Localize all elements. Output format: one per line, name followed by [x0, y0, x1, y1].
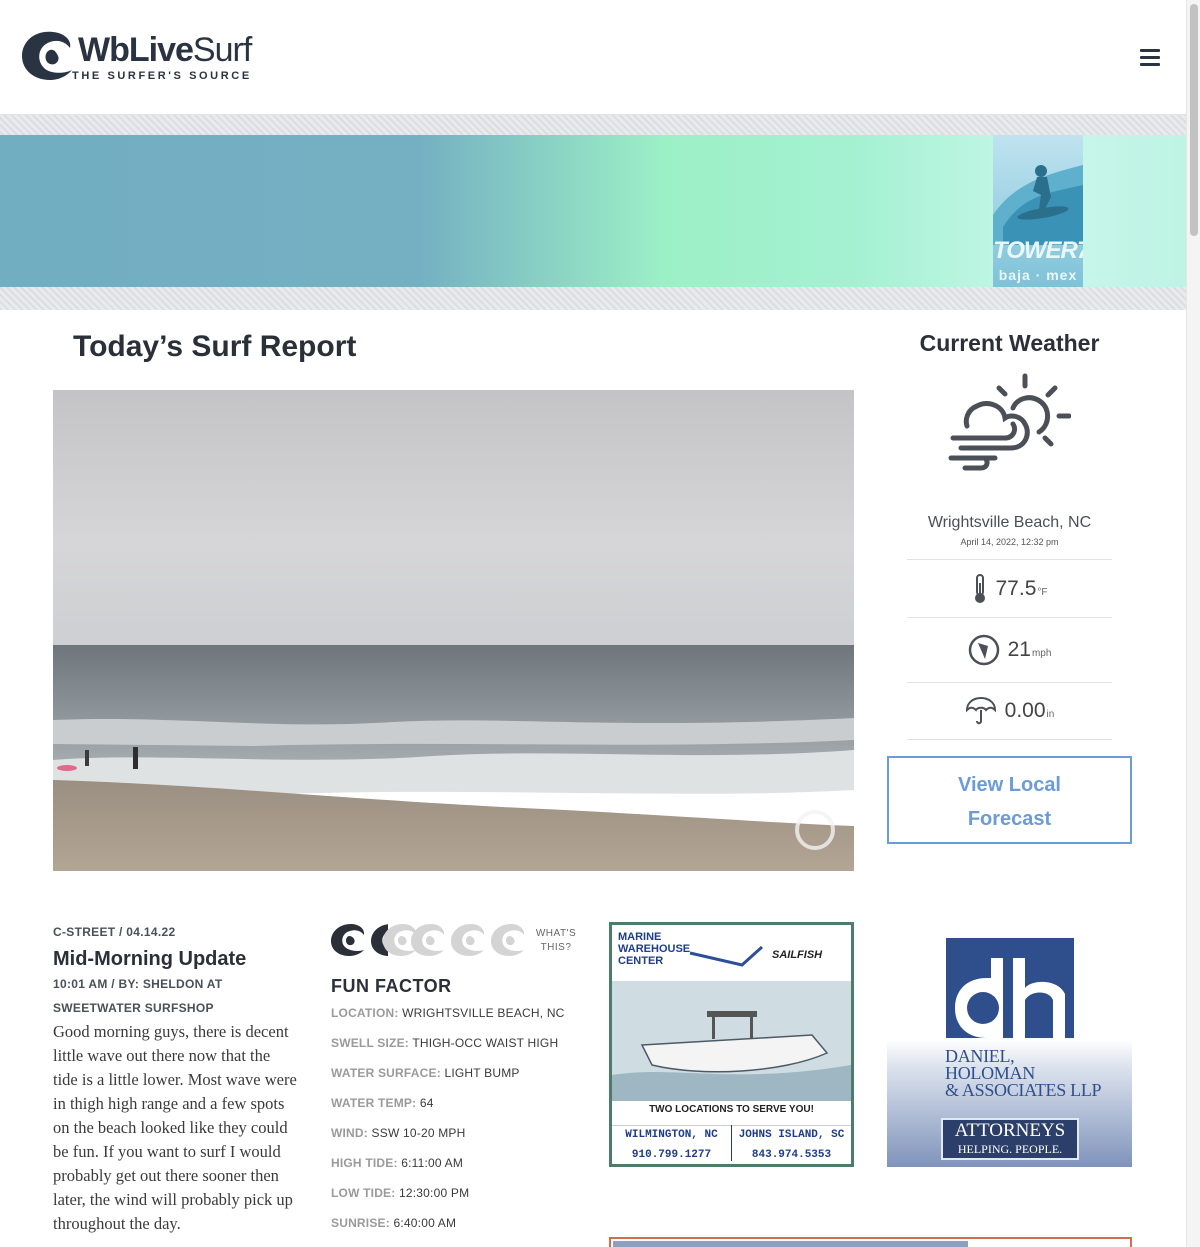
- beach-photo: [53, 390, 854, 871]
- tower7-banner-ad[interactable]: TOWER7 baja · mex: [0, 135, 1186, 287]
- temperature-value: 77.5: [995, 576, 1037, 600]
- rating-wave-half: [371, 922, 417, 958]
- partly-cloudy-windy-icon: [948, 373, 1071, 471]
- condition-water-temp: WATER TEMP: 64: [331, 1096, 434, 1110]
- rating-wave-full: [331, 924, 365, 956]
- marine-ad-location-1: WILMINGTON, NC 910.799.1277: [625, 1129, 718, 1161]
- marine-ad-tagline: TWO LOCATIONS TO SERVE YOU!: [649, 1104, 814, 1115]
- daniel-holoman-ad[interactable]: DANIEL, HOLOMAN & ASSOCIATES LLP ATTORNEYS…: [887, 922, 1132, 1167]
- dh-ad-name: DANIEL, HOLOMAN & ASSOCIATES LLP: [945, 1046, 1102, 1100]
- condition-wind: WIND: SSW 10-20 MPH: [331, 1126, 466, 1140]
- logo-tagline: THE SURFER'S SOURCE: [72, 70, 252, 82]
- post-byline: 10:01 AM / BY: SHELDON AT SWEETWATER SUR…: [53, 977, 223, 1015]
- scrollbar-thumb[interactable]: [1190, 4, 1198, 236]
- precip-row: 0.00in: [907, 682, 1112, 739]
- report-title: Today’s Surf Report: [73, 330, 357, 363]
- wind-direction-icon: [968, 634, 999, 666]
- site-header: WbLiveSurf THE SURFER'S SOURCE: [0, 0, 1186, 115]
- hamburger-menu-icon[interactable]: [1140, 49, 1160, 67]
- condition-location: LOCATION: WRIGHTSVILLE BEACH, NC: [331, 1006, 565, 1020]
- rating-wave-empty: [451, 924, 485, 956]
- banner-area: TOWER7 baja · mex: [0, 115, 1186, 310]
- condition-high-tide: HIGH TIDE: 6:11:00 AM: [331, 1156, 464, 1170]
- wind-unit: mph: [1031, 648, 1052, 659]
- fun-factor-label: FUN FACTOR: [331, 976, 452, 996]
- marine-warehouse-ad[interactable]: MARINE WAREHOUSE CENTER SAILFISH TWO LOC…: [609, 922, 854, 1167]
- weather-title: Current Weather: [919, 330, 1100, 356]
- logo-wordmark: WbLiveSurf: [78, 31, 252, 69]
- rating-wave-empty: [491, 924, 525, 956]
- dh-ad-badge: ATTORNEYS HELPING. PEOPLE.: [941, 1118, 1079, 1160]
- weather-location: Wrightsville Beach, NC: [927, 514, 1092, 531]
- temperature-row: 77.5°F: [907, 559, 1112, 617]
- marine-ad-location-2: JOHNS ISLAND, SC 843.974.5353: [738, 1129, 845, 1161]
- bottom-ad[interactable]: [609, 1237, 1132, 1247]
- post-body: Good morning guys, there is decent littl…: [53, 1022, 297, 1233]
- tower7-subtitle: baja · mex: [998, 267, 1078, 283]
- surf-report-post: C-STREET / 04.14.22 Mid-Morning Update 1…: [53, 925, 298, 1236]
- fun-factor-rating: [331, 922, 525, 958]
- rating-wave-empty: [411, 924, 445, 956]
- weather-divider: [907, 739, 1112, 740]
- condition-low-tide: LOW TIDE: 12:30:00 PM: [331, 1186, 470, 1200]
- wind-row: 21mph: [907, 617, 1112, 682]
- thermometer-icon: [974, 573, 985, 603]
- marine-ad-name: MARINE WAREHOUSE CENTER: [618, 931, 691, 967]
- dh-logo: [946, 938, 1074, 1038]
- post-meta: C-STREET / 04.14.22: [53, 925, 176, 939]
- precip-unit: in: [1046, 709, 1055, 720]
- wind-value: 21: [1007, 638, 1031, 661]
- view-local-forecast-button[interactable]: View Local Forecast: [887, 756, 1132, 844]
- precip-value: 0.00: [1004, 699, 1046, 722]
- weather-datetime: April 14, 2022, 12:32 pm: [960, 537, 1059, 547]
- site-logo[interactable]: WbLiveSurf THE SURFER'S SOURCE: [20, 28, 275, 86]
- temperature-unit: °F: [1037, 586, 1048, 598]
- post-title[interactable]: Mid-Morning Update: [53, 947, 298, 971]
- whats-this-link[interactable]: WHAT'S THIS?: [521, 927, 591, 955]
- current-weather-panel: Current Weather Wrightsville Beach, NC A…: [887, 330, 1132, 844]
- tower7-title: TOWER7: [993, 237, 1083, 264]
- condition-sunrise: SUNRISE: 6:40:00 AM: [331, 1216, 457, 1230]
- umbrella-icon: [965, 696, 996, 725]
- page-scrollbar[interactable]: [1186, 0, 1200, 1247]
- conditions-list: LOCATION: WRIGHTSVILLE BEACH, NC SWELL S…: [331, 1004, 565, 1244]
- condition-swell-size: SWELL SIZE: THIGH-OCC WAIST HIGH: [331, 1036, 559, 1050]
- sailfish-logo: SAILFISH: [772, 949, 823, 961]
- condition-water-surface: WATER SURFACE: LIGHT BUMP: [331, 1066, 520, 1080]
- tower7-ad-graphic: TOWER7 baja · mex: [993, 135, 1083, 287]
- surf-report-photo[interactable]: [53, 390, 854, 871]
- surfer-illustration: [993, 165, 1083, 245]
